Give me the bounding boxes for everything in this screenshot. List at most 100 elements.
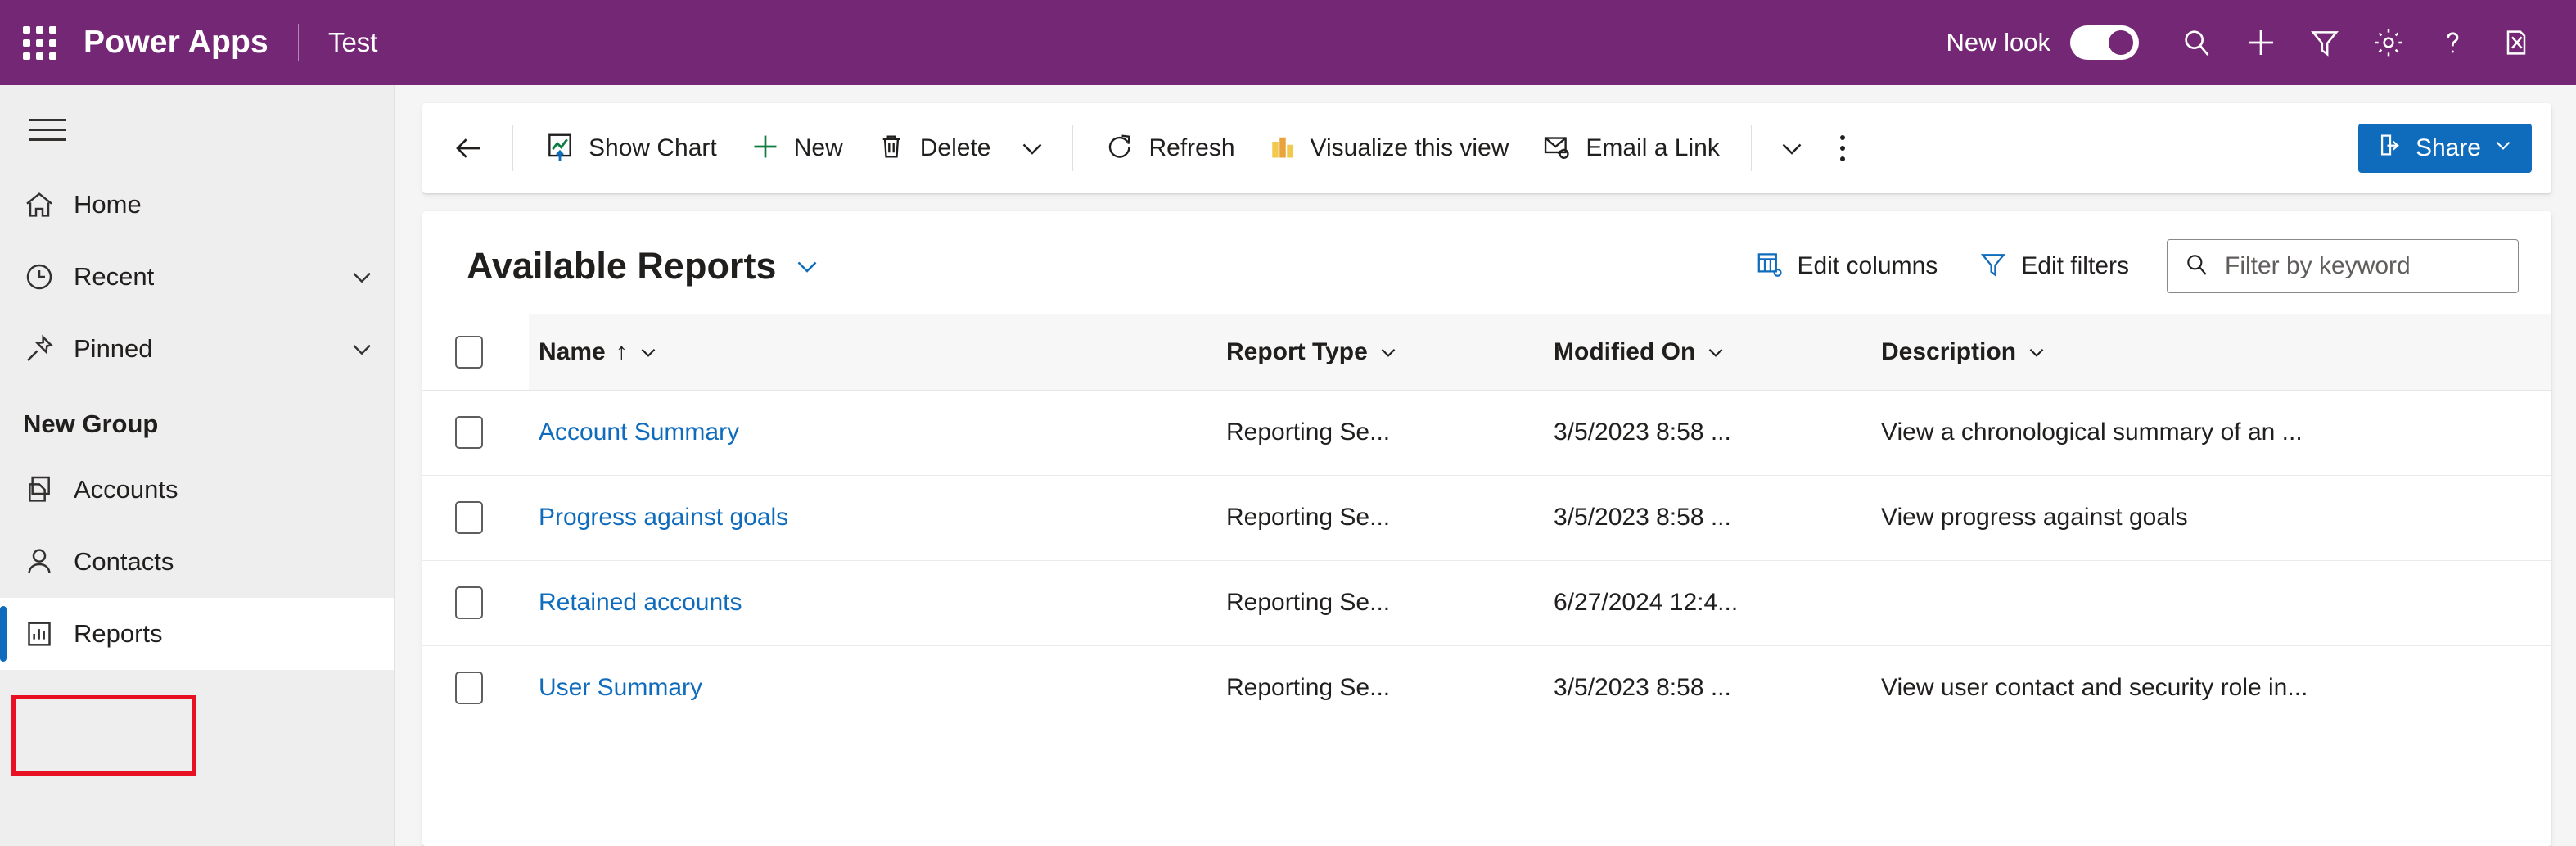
sidebar-item-contacts[interactable]: Contacts	[0, 526, 394, 598]
row-checkbox[interactable]	[455, 416, 483, 449]
select-all-header[interactable]	[422, 314, 529, 390]
search-input[interactable]	[2225, 252, 2502, 280]
visualize-view-button[interactable]: Visualize this view	[1252, 119, 1526, 178]
sidebar-item-accounts[interactable]: Accounts	[0, 454, 394, 526]
chevron-down-icon[interactable]	[348, 335, 376, 363]
sidebar-group-title: New Group	[0, 385, 394, 454]
column-header-name[interactable]: Name ↑	[529, 314, 1216, 390]
brand-title[interactable]: Power Apps	[79, 25, 268, 61]
row-select-cell[interactable]	[422, 475, 529, 560]
reports-list-card: Available Reports Edit columns	[422, 211, 2551, 846]
row-select-cell[interactable]	[422, 645, 529, 731]
sidebar-item-label: Contacts	[74, 547, 174, 577]
filter-icon	[2309, 27, 2340, 58]
column-header-description[interactable]: Description	[1871, 314, 2551, 390]
show-chart-button[interactable]: Show Chart	[528, 119, 733, 178]
sidebar-toggle-button[interactable]	[8, 90, 87, 169]
visualize-view-label: Visualize this view	[1311, 134, 1509, 162]
chevron-down-icon[interactable]	[348, 263, 376, 291]
settings-button[interactable]	[2357, 11, 2420, 75]
sidebar-item-label: Reports	[74, 619, 163, 649]
command-more-chevron[interactable]	[1766, 121, 1817, 175]
chevron-down-icon[interactable]	[1705, 342, 1726, 363]
table-row[interactable]: Retained accounts Reporting Se... 6/27/2…	[422, 560, 2551, 645]
waffle-menu-button[interactable]	[0, 0, 79, 85]
table-row[interactable]: Progress against goals Reporting Se... 3…	[422, 475, 2551, 560]
report-link[interactable]: Account Summary	[539, 418, 739, 446]
delete-button[interactable]: Delete	[859, 119, 1008, 178]
app-badge-button[interactable]	[2484, 11, 2548, 75]
show-chart-icon	[544, 131, 575, 166]
sidebar-item-recent[interactable]: Recent	[0, 241, 394, 313]
cell-description	[1871, 560, 2551, 645]
more-commands-button[interactable]	[1817, 121, 1868, 175]
sidebar-item-reports[interactable]: Reports	[0, 598, 394, 670]
cell-name[interactable]: Progress against goals	[529, 475, 1216, 560]
table-row[interactable]: Account Summary Reporting Se... 3/5/2023…	[422, 390, 2551, 475]
row-select-cell[interactable]	[422, 390, 529, 475]
sidebar-item-pinned[interactable]: Pinned	[0, 313, 394, 385]
sidebar-item-home[interactable]: Home	[0, 169, 394, 241]
table-row[interactable]: User Summary Reporting Se... 3/5/2023 8:…	[422, 645, 2551, 731]
search-button[interactable]	[2165, 11, 2229, 75]
filter-keyword-box[interactable]	[2167, 239, 2519, 293]
share-button[interactable]: Share	[2358, 124, 2532, 173]
trash-icon	[876, 131, 907, 166]
command-separator	[1072, 125, 1073, 171]
sidebar-item-label: Home	[74, 190, 142, 219]
chevron-down-icon	[1017, 133, 1047, 163]
cell-name[interactable]: Retained accounts	[529, 560, 1216, 645]
cell-description: View a chronological summary of an ...	[1871, 390, 2551, 475]
new-button[interactable]: New	[733, 119, 859, 178]
table-body: Account Summary Reporting Se... 3/5/2023…	[422, 390, 2551, 731]
cell-name[interactable]: Account Summary	[529, 390, 1216, 475]
back-button[interactable]	[440, 120, 498, 177]
chevron-down-icon[interactable]	[638, 342, 659, 363]
view-selector-chevron-down-icon[interactable]	[792, 251, 822, 281]
command-overflow-chevron[interactable]	[1007, 121, 1058, 175]
column-header-report-type[interactable]: Report Type	[1216, 314, 1544, 390]
app-name[interactable]: Test	[328, 27, 378, 58]
column-header-modified-on[interactable]: Modified On	[1544, 314, 1871, 390]
table-header: Name ↑ Report Type	[422, 314, 2551, 390]
email-link-button[interactable]: Email a Link	[1525, 119, 1735, 178]
column-header-label: Name	[539, 338, 606, 366]
command-separator	[1751, 125, 1752, 171]
sidebar-item-label: Pinned	[74, 334, 153, 364]
body: Home Recent Pinned New G	[0, 85, 2576, 846]
command-bar: Show Chart New Delete	[422, 103, 2551, 193]
refresh-label: Refresh	[1148, 134, 1234, 162]
row-checkbox[interactable]	[455, 672, 483, 704]
row-checkbox[interactable]	[455, 501, 483, 534]
chevron-down-icon	[1777, 133, 1807, 163]
report-link[interactable]: Progress against goals	[539, 504, 788, 531]
chevron-down-icon[interactable]	[1378, 342, 1399, 363]
report-link[interactable]: User Summary	[539, 674, 702, 701]
edit-columns-label: Edit columns	[1798, 252, 1938, 280]
edit-columns-icon	[1755, 250, 1784, 283]
select-all-checkbox[interactable]	[455, 336, 483, 369]
new-button[interactable]	[2229, 11, 2293, 75]
cell-report-type: Reporting Se...	[1216, 560, 1544, 645]
reports-icon	[23, 618, 74, 650]
column-header-label: Description	[1881, 338, 2016, 366]
edit-columns-button[interactable]: Edit columns	[1740, 240, 1953, 293]
row-checkbox[interactable]	[455, 586, 483, 619]
row-select-cell[interactable]	[422, 560, 529, 645]
contact-icon	[23, 545, 74, 578]
new-look-toggle[interactable]	[2070, 25, 2139, 60]
chevron-down-icon[interactable]	[2026, 342, 2047, 363]
report-link[interactable]: Retained accounts	[539, 589, 742, 616]
refresh-button[interactable]: Refresh	[1088, 119, 1251, 178]
help-button[interactable]	[2420, 11, 2484, 75]
cell-report-type: Reporting Se...	[1216, 645, 1544, 731]
cell-name[interactable]: User Summary	[529, 645, 1216, 731]
share-label: Share	[2416, 134, 2481, 162]
column-header-label: Modified On	[1554, 338, 1695, 366]
edit-filters-button[interactable]: Edit filters	[1964, 240, 2144, 293]
search-icon	[2181, 26, 2213, 59]
chevron-down-icon	[2493, 134, 2514, 162]
table-header-row: Name ↑ Report Type	[422, 314, 2551, 390]
filter-button[interactable]	[2293, 11, 2357, 75]
home-icon	[23, 188, 74, 221]
